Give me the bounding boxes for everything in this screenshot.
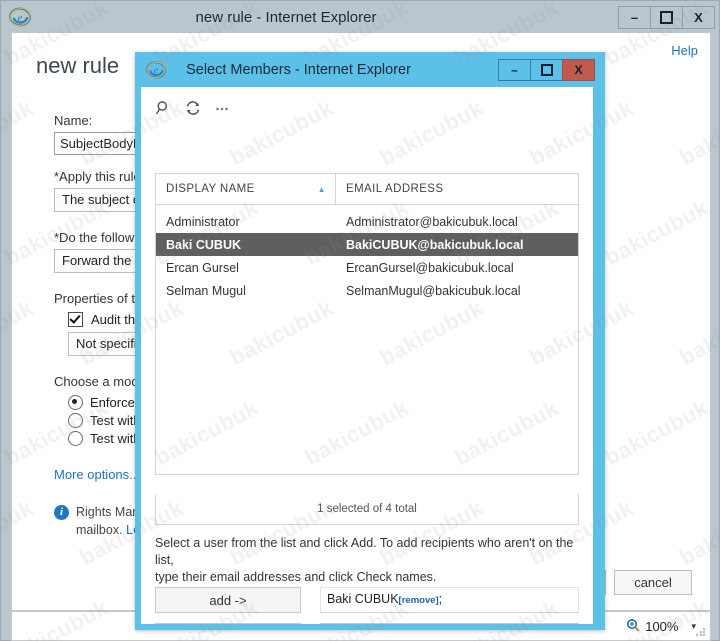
dialog-body: DISPLAY NAME ▲ EMAIL ADDRESS Administrat…: [141, 87, 593, 624]
close-button[interactable]: X: [682, 5, 715, 29]
cell-display-name: Administrator: [166, 214, 240, 229]
help-link[interactable]: Help: [671, 43, 698, 58]
instructions-line2: type their email addresses and click Che…: [155, 570, 437, 584]
cell-display-name: Ercan Gursel: [166, 260, 239, 275]
more-options-link[interactable]: More options...: [54, 467, 140, 482]
column-header-display-name[interactable]: DISPLAY NAME ▲: [156, 174, 336, 204]
window-title: new rule - Internet Explorer: [195, 8, 377, 26]
column-header-label: DISPLAY NAME: [166, 183, 255, 195]
select-members-dialog: e Select Members - Internet Explorer – X: [135, 52, 605, 630]
manual-email-input[interactable]: [320, 623, 579, 624]
instructions-line1: Select a user from the list and click Ad…: [155, 536, 574, 567]
remove-recipient-link[interactable]: [remove]: [399, 595, 439, 606]
minimize-button[interactable]: –: [618, 5, 651, 29]
dialog-actions: add -> Baki CUBUK[remove]; check names: [155, 587, 579, 624]
window-titlebar: e new rule - Internet Explorer – X: [1, 1, 719, 33]
cell-email-address: Administrator@bakicubuk.local: [346, 214, 518, 229]
cell-email-address: ErcanGursel@bakicubuk.local: [346, 260, 514, 275]
radio-enforce-icon[interactable]: [68, 395, 83, 410]
refresh-icon[interactable]: [184, 99, 202, 117]
cell-email-address: SelmanMugul@bakicubuk.local: [346, 283, 521, 298]
table-row[interactable]: Administrator Administrator@bakicubuk.lo…: [156, 210, 578, 233]
dialog-maximize-button[interactable]: [530, 58, 563, 81]
maximize-button[interactable]: [650, 5, 683, 29]
recipient-name: Baki CUBUK: [327, 592, 399, 606]
mode-option-label: Enforce: [90, 395, 135, 410]
table-header-row: DISPLAY NAME ▲ EMAIL ADDRESS: [156, 174, 578, 205]
table-row[interactable]: Selman Mugul SelmanMugul@bakicubuk.local: [156, 279, 578, 302]
radio-test-without-tips-icon[interactable]: [68, 431, 83, 446]
dialog-scrollbar[interactable]: [599, 87, 605, 624]
dialog-toolbar: [155, 99, 231, 117]
sort-ascending-icon: ▲: [317, 184, 326, 194]
table-row[interactable]: Baki CUBUK BakiCUBUK@bakicubuk.local: [156, 233, 578, 256]
more-ellipsis-icon[interactable]: [213, 99, 231, 117]
cancel-button[interactable]: cancel: [614, 570, 692, 595]
dialog-title: Select Members - Internet Explorer: [186, 61, 411, 78]
magnifier-plus-icon: [626, 618, 640, 635]
screenshot-root: e new rule - Internet Explorer – X Help …: [0, 0, 720, 641]
audit-rule-checkbox[interactable]: [68, 312, 83, 327]
check-names-row: check names: [155, 623, 579, 624]
dialog-window-controls: – X: [498, 58, 595, 81]
table-row[interactable]: Ercan Gursel ErcanGursel@bakicubuk.local: [156, 256, 578, 279]
column-header-email-address[interactable]: EMAIL ADDRESS: [336, 174, 578, 204]
add-button[interactable]: add ->: [155, 587, 301, 613]
radio-test-with-tips-icon[interactable]: [68, 413, 83, 428]
members-table: DISPLAY NAME ▲ EMAIL ADDRESS Administrat…: [155, 173, 579, 475]
resize-grip[interactable]: [695, 626, 707, 638]
column-header-label: EMAIL ADDRESS: [346, 183, 444, 195]
cell-email-address: BakiCUBUK@bakicubuk.local: [346, 237, 524, 252]
search-icon[interactable]: [155, 99, 173, 117]
recipient-separator: ;: [438, 592, 443, 606]
cell-display-name: Baki CUBUK: [166, 237, 242, 252]
dialog-close-button[interactable]: X: [562, 58, 595, 81]
dialog-minimize-button[interactable]: –: [498, 58, 531, 81]
recipients-field[interactable]: Baki CUBUK[remove];: [320, 587, 579, 613]
selection-count: 1 selected of 4 total: [155, 494, 579, 525]
info-icon: i: [54, 505, 69, 520]
zoom-control[interactable]: 100% ▾: [626, 618, 696, 635]
add-row: add -> Baki CUBUK[remove];: [155, 587, 579, 613]
zoom-level: 100%: [645, 618, 679, 634]
cell-display-name: Selman Mugul: [166, 283, 246, 298]
dialog-instructions: Select a user from the list and click Ad…: [155, 535, 583, 586]
table-body: Administrator Administrator@bakicubuk.lo…: [156, 205, 578, 302]
dialog-titlebar: e Select Members - Internet Explorer – X: [135, 52, 605, 87]
rms-note-line2: mailbox.: [76, 523, 123, 537]
check-names-button[interactable]: check names: [155, 623, 301, 624]
window-controls: – X: [618, 5, 715, 29]
